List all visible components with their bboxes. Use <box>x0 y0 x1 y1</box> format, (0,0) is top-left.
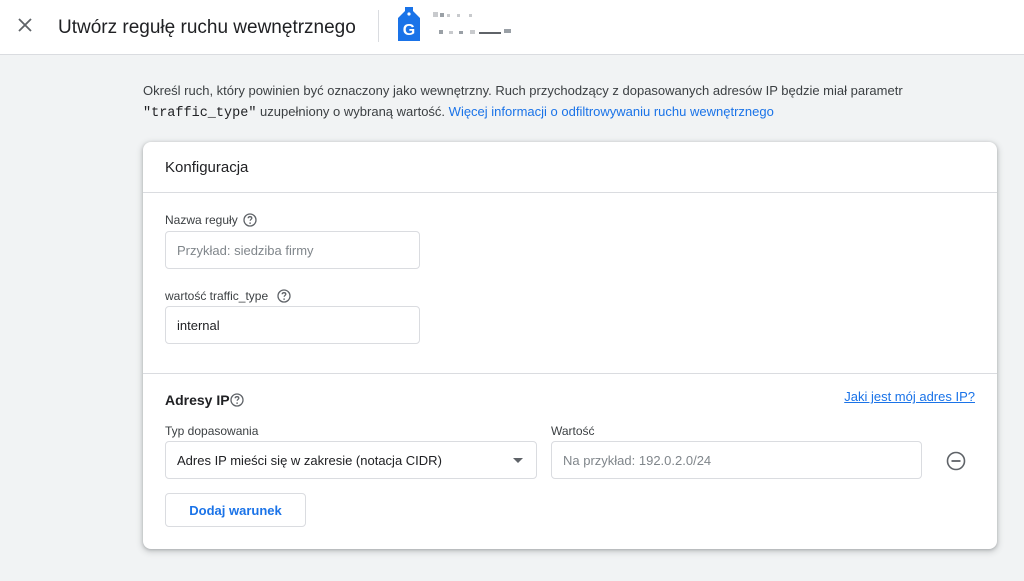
close-icon <box>18 18 32 32</box>
intro-text-before: Określ ruch, który powinien być oznaczon… <box>143 83 903 98</box>
match-type-value: Adres IP mieści się w zakresie (notacja … <box>177 453 442 468</box>
help-icon[interactable] <box>277 289 291 303</box>
google-analytics-tag-icon: G <box>398 7 420 41</box>
ip-addresses-title: Adresy IP <box>165 392 230 408</box>
close-button[interactable] <box>12 12 38 38</box>
learn-more-link[interactable]: Więcej informacji o odfiltrowywaniu ruch… <box>449 104 774 119</box>
page-title: Utwórz regułę ruchu wewnętrznego <box>58 17 356 38</box>
dropdown-arrow-icon <box>513 458 523 463</box>
value-label: Wartość <box>551 424 595 438</box>
rule-name-input[interactable] <box>165 231 420 269</box>
match-type-select[interactable]: Adres IP mieści się w zakresie (notacja … <box>165 441 537 479</box>
match-type-label: Typ dopasowania <box>165 424 259 438</box>
top-bar: Utwórz regułę ruchu wewnętrznego G <box>0 0 1024 55</box>
remove-condition-icon[interactable] <box>945 450 967 472</box>
traffic-type-input[interactable] <box>165 306 420 344</box>
my-ip-link[interactable]: Jaki jest mój adres IP? <box>844 389 975 404</box>
section-divider <box>143 373 997 374</box>
help-icon[interactable] <box>243 213 257 227</box>
card-header: Konfiguracja <box>143 142 997 193</box>
property-name-redacted <box>433 10 523 40</box>
traffic-type-label: wartość traffic_type <box>165 289 269 303</box>
title-divider <box>378 10 379 42</box>
property-icon-letter: G <box>403 22 415 39</box>
card-title: Konfiguracja <box>165 159 249 176</box>
intro-text: Określ ruch, który powinien być oznaczon… <box>143 80 993 124</box>
rule-name-label: Nazwa reguły <box>165 213 238 227</box>
help-icon[interactable] <box>230 393 244 407</box>
add-condition-button[interactable]: Dodaj warunek <box>165 493 306 527</box>
ip-value-input[interactable] <box>551 441 922 479</box>
traffic-type-code: "traffic_type" <box>143 106 257 121</box>
config-card: Konfiguracja Nazwa reguły wartość traffi… <box>143 142 997 549</box>
intro-text-after: uzupełniony o wybraną wartość. <box>260 104 446 119</box>
